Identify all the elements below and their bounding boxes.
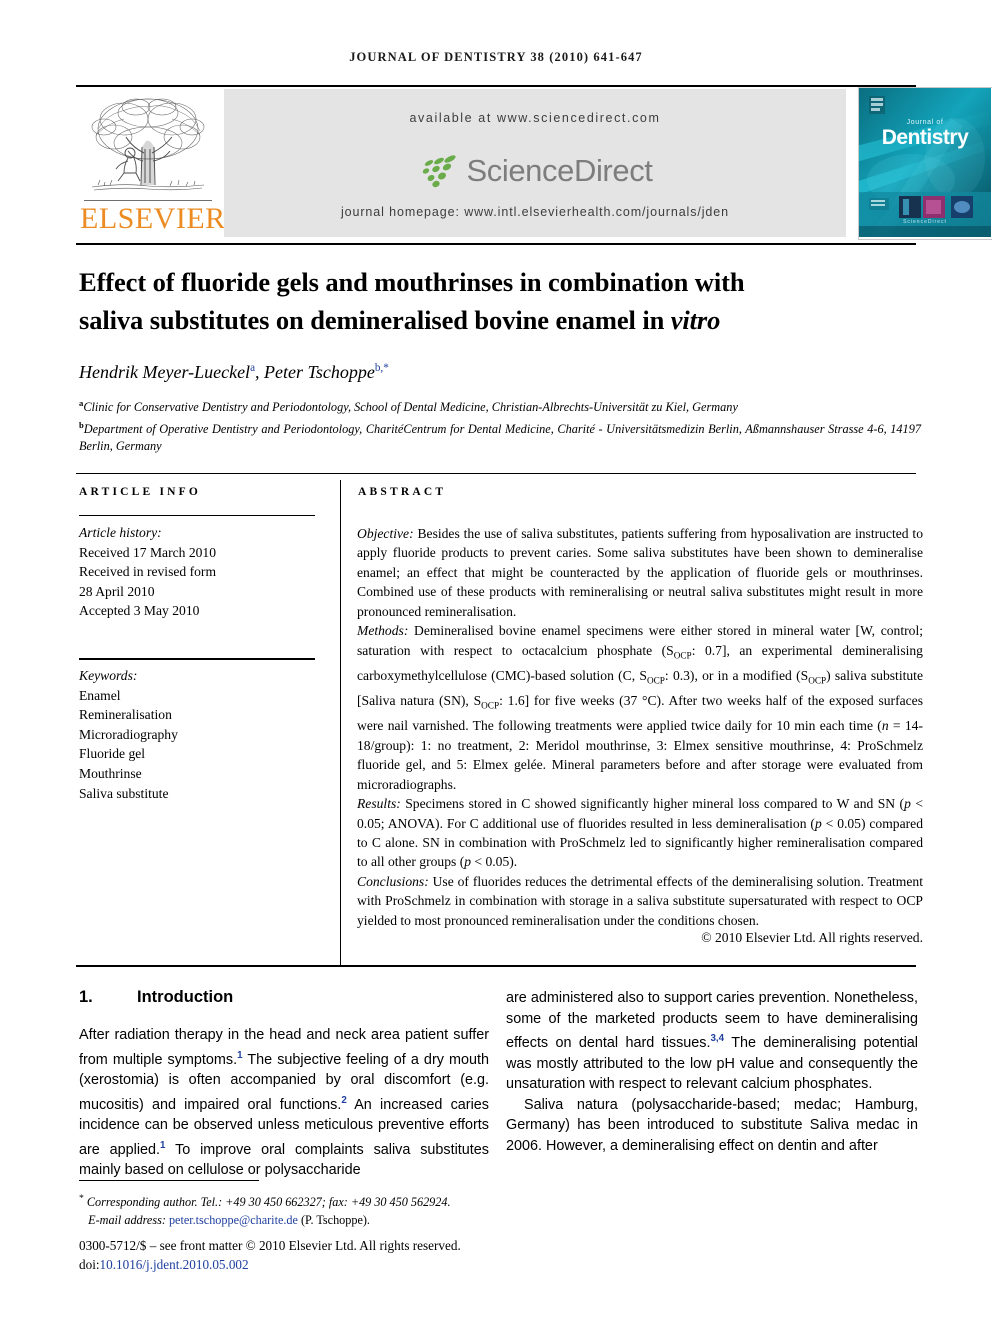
abstract-sub-ocp-1: OCP — [673, 650, 692, 661]
corresponding-author-contact: Tel.: +49 30 450 662327; fax: +49 30 450… — [197, 1195, 451, 1210]
abstract-sub-ocp-3: OCP — [808, 675, 827, 686]
keyword-item: Mouthrinse — [79, 765, 142, 781]
abstract-p-symbol-3: p — [464, 854, 472, 870]
abstract-conclusions-text: Use of fluorides reduces the detrimental… — [357, 873, 923, 928]
section-title: Introduction — [137, 988, 234, 1006]
section-number: 1. — [79, 988, 93, 1006]
article-history-rule — [79, 515, 315, 516]
doi-label: doi: — [79, 1256, 100, 1272]
keyword-item: Microradiography — [79, 726, 178, 742]
masthead-bottom-rule — [76, 243, 916, 245]
body-column-left: 1. Introduction After radiation therapy … — [79, 988, 489, 1181]
title-line-2-italic: vitro — [670, 305, 721, 335]
article-history-line-1: Received 17 March 2010 — [79, 544, 217, 560]
keywords-label: Keywords: — [79, 668, 138, 683]
abstract-results-label: Results: — [357, 796, 401, 812]
sciencedirect-panel: available at www.sciencedirect.com Scien… — [224, 89, 846, 237]
sciencedirect-wordmark: ScienceDirect — [466, 153, 653, 188]
abstract-methods-n-symbol: n — [881, 718, 889, 734]
corresponding-author-footnote: * Corresponding author. Tel.: +49 30 450… — [79, 1190, 499, 1229]
masthead: ELSEVIER available at www.sciencedirect.… — [76, 87, 992, 240]
article-history-label: Article history: — [79, 525, 162, 540]
author-name-1: Hendrik Meyer-Lueckel — [79, 362, 251, 382]
keyword-item: Remineralisation — [79, 707, 172, 723]
email-address-suffix: (P. Tschoppe). — [297, 1212, 370, 1227]
abstract-p-symbol-2: p — [814, 815, 822, 831]
author-affil-mark-2: b,* — [374, 362, 389, 374]
available-at-text: available at www.sciencedirect.com — [409, 111, 661, 125]
journal-homepage-text: journal homepage: www.intl.elsevierhealt… — [340, 205, 729, 219]
elsevier-logo-divider — [84, 200, 212, 201]
running-head: JOURNAL OF DENTISTRY 38 (2010) 641-647 — [349, 50, 643, 64]
email-address-label: E-mail address: — [88, 1212, 166, 1227]
title-line-1: Effect of fluoride gels and mouthrinses … — [79, 267, 745, 297]
paper-page: JOURNAL OF DENTISTRY 38 (2010) 641-647 E… — [0, 0, 992, 1323]
keyword-item: Saliva substitute — [79, 785, 169, 801]
keyword-item: Enamel — [79, 687, 121, 703]
elsevier-tree-icon — [84, 89, 212, 201]
abstract-methods: Methods: Demineralised bovine enamel spe… — [357, 621, 923, 794]
abstract-body: Objective: Besides the use of saliva sub… — [357, 524, 923, 930]
abstract-heading: ABSTRACT — [358, 486, 447, 498]
affiliation-list: aClinic for Conservative Dentistry and P… — [79, 395, 921, 456]
citation-ref: 3,4 — [710, 1033, 725, 1045]
abstract-results-text-1: Specimens stored in C showed significant… — [400, 796, 905, 812]
author-name-2: Peter Tschoppe — [264, 362, 375, 382]
svg-text:ScienceDirect: ScienceDirect — [903, 219, 947, 225]
abstract-copyright: © 2010 Elsevier Ltd. All rights reserved… — [701, 930, 923, 945]
page-title: Effect of fluoride gels and mouthrinses … — [79, 263, 921, 339]
sciencedirect-leaves-icon — [423, 155, 457, 188]
footnote-rule — [79, 1180, 259, 1181]
abstract-sub-ocp-2: OCP — [646, 675, 665, 686]
abstract-objective: Objective: Besides the use of saliva sub… — [357, 524, 923, 621]
intro-paragraph-1: After radiation therapy in the head and … — [79, 1025, 489, 1181]
intro-paragraph-1-cont: are administered also to support caries … — [506, 988, 918, 1095]
email-address-link[interactable]: peter.tschoppe@charite.de — [169, 1213, 298, 1227]
corresponding-author-label: Corresponding author. — [86, 1195, 198, 1210]
front-matter-line: 0300-5712/$ – see front matter © 2010 El… — [79, 1238, 461, 1253]
section-heading-introduction: 1. Introduction — [79, 988, 489, 1007]
author-affil-mark-1: a — [250, 362, 256, 374]
abstract-results-text-4: < 0.05). — [471, 854, 518, 870]
abstract-conclusions-label: Conclusions: — [357, 873, 429, 889]
body-column-right: are administered also to support caries … — [506, 988, 918, 1157]
abstract-results: Results: Specimens stored in C showed si… — [357, 794, 923, 872]
affiliation-text-a: Clinic for Conservative Dentistry and Pe… — [83, 400, 738, 415]
article-history-line-2: Received in revised form — [79, 564, 217, 580]
svg-text:Journal of: Journal of — [907, 119, 944, 126]
article-info-top-rule — [76, 473, 916, 474]
keywords-list: Keywords: Enamel Remineralisation Micror… — [79, 666, 324, 803]
abstract-objective-text: Besides the use of saliva substitutes, p… — [357, 526, 923, 619]
doi-link[interactable]: 10.1016/j.jdent.2010.05.002 — [100, 1257, 249, 1272]
front-matter-block: 0300-5712/$ – see front matter © 2010 El… — [79, 1237, 539, 1274]
abstract-conclusions: Conclusions: Use of fluorides reduces th… — [357, 872, 923, 930]
article-history-line-4: Accepted 3 May 2010 — [79, 603, 200, 619]
article-history: Article history: Received 17 March 2010 … — [79, 523, 324, 621]
intro-paragraph-2: Saliva natura (polysaccharide-based; med… — [506, 1096, 918, 1154]
abstract-objective-label: Objective: — [357, 526, 414, 541]
abstract-methods-label: Methods: — [357, 623, 409, 639]
abstract-column-divider — [340, 480, 341, 965]
elsevier-wordmark: ELSEVIER — [80, 202, 226, 235]
abstract-p-symbol-1: p — [904, 796, 911, 812]
keyword-item: Fluoride gel — [79, 746, 146, 762]
abstract-bottom-rule — [76, 965, 916, 967]
abstract-methods-text-3: : 0.3), or in a modified (S — [664, 667, 809, 683]
author-list: Hendrik Meyer-Lueckela, Peter Tschoppeb,… — [79, 362, 389, 382]
affiliation-text-b: Department of Operative Dentistry and Pe… — [79, 421, 921, 454]
article-info-heading: ARTICLE INFO — [79, 486, 202, 498]
keywords-rule — [79, 658, 315, 660]
article-history-line-3: 28 April 2010 — [79, 583, 155, 599]
journal-cover-thumbnail: Journal of Dentistry ScienceDirect — [858, 87, 992, 240]
footnote-star-marker: * — [79, 1193, 84, 1204]
title-line-2-prefix: saliva substitutes on demineralised bovi… — [79, 305, 671, 335]
svg-text:Dentistry: Dentistry — [882, 126, 969, 149]
sciencedirect-logo: ScienceDirect — [224, 149, 846, 193]
abstract-sub-ocp-4: OCP — [481, 700, 500, 711]
elsevier-logo-block: ELSEVIER — [76, 87, 226, 240]
